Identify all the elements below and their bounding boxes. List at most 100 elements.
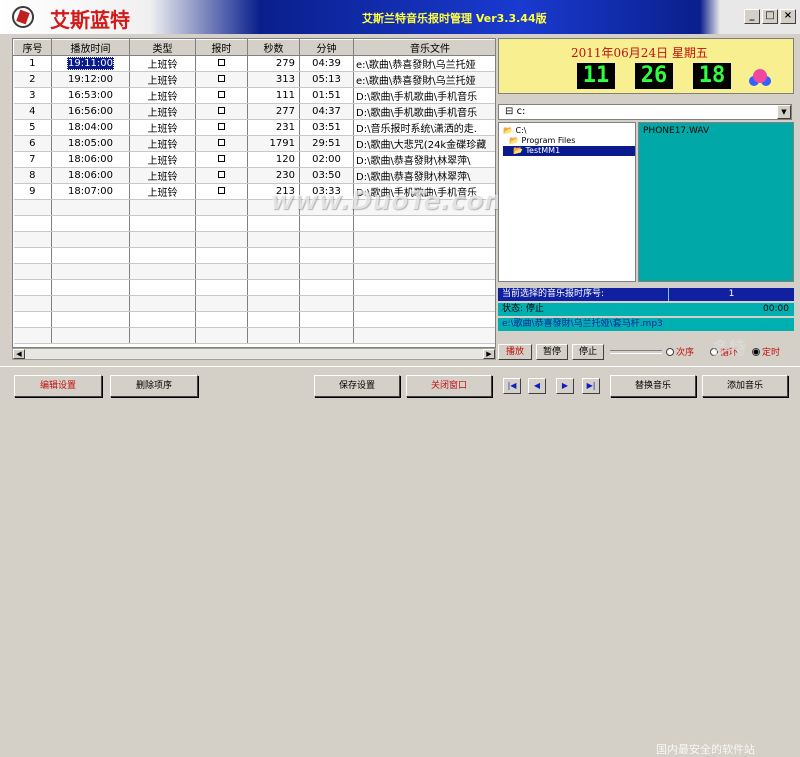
cell-type[interactable]: 上班铃 (129, 55, 196, 72)
cell-sec[interactable]: 313 (247, 71, 300, 88)
cell-file[interactable]: D:\歌曲\手机歌曲\手机音乐 (353, 103, 495, 120)
column-header[interactable]: 类型 (129, 39, 196, 56)
column-header[interactable]: 分钟 (299, 39, 354, 56)
checkbox-icon[interactable] (218, 91, 225, 98)
order-radio[interactable]: 次序 (666, 345, 694, 358)
cell-no[interactable]: 1 (13, 55, 52, 72)
cell-time[interactable]: 19:12:00 (51, 71, 130, 88)
cell-type[interactable]: 上班铃 (129, 167, 196, 184)
report-checkbox[interactable] (195, 183, 248, 200)
scroll-left-icon[interactable]: ◀ (13, 349, 25, 359)
checkbox-icon[interactable] (218, 59, 225, 66)
column-header[interactable]: 秒数 (247, 39, 300, 56)
cell-no[interactable]: 5 (13, 119, 52, 136)
checkbox-icon[interactable] (218, 187, 225, 194)
report-checkbox[interactable] (195, 103, 248, 120)
cell-time[interactable]: 18:06:00 (51, 151, 130, 168)
table-row[interactable] (13, 311, 495, 328)
volume-slider[interactable] (610, 350, 662, 354)
column-header[interactable]: 音乐文件 (353, 39, 495, 56)
directory-list[interactable]: 📂 C:\ 📂 Program Files 📂 TestMM1 (498, 122, 636, 282)
checkbox-icon[interactable] (218, 171, 225, 178)
column-header[interactable]: 序号 (13, 39, 52, 56)
cell-min[interactable]: 04:37 (299, 103, 354, 120)
report-checkbox[interactable] (195, 167, 248, 184)
next-icon[interactable]: ▶ (556, 378, 574, 394)
report-checkbox[interactable] (195, 71, 248, 88)
cell-time[interactable]: 18:05:00 (51, 135, 130, 152)
table-row[interactable]: 4 16:56:00 上班铃 277 04:37 D:\歌曲\手机歌曲\手机音乐 (13, 103, 495, 120)
horizontal-scrollbar[interactable]: ◀ ▶ (12, 348, 496, 360)
cell-sec[interactable]: 231 (247, 119, 300, 136)
cell-no[interactable]: 8 (13, 167, 52, 184)
minimize-button[interactable]: _ (744, 9, 760, 24)
dir-item[interactable]: 📂 Program Files (503, 136, 635, 146)
cell-no[interactable]: 4 (13, 103, 52, 120)
edit-settings-button[interactable]: 编辑设置 (14, 375, 102, 397)
cell-time[interactable]: 18:06:00 (51, 167, 130, 184)
cell-time[interactable]: 19:11:00 (51, 55, 130, 72)
cell-sec[interactable]: 120 (247, 151, 300, 168)
table-row[interactable]: 2 19:12:00 上班铃 313 05:13 e:\歌曲\恭喜發財\乌兰托娅 (13, 71, 495, 88)
report-checkbox[interactable] (195, 151, 248, 168)
table-row[interactable] (13, 231, 495, 248)
save-settings-button[interactable]: 保存设置 (314, 375, 400, 397)
dir-item[interactable]: 📂 C:\ (503, 126, 635, 136)
cell-time[interactable]: 18:07:00 (51, 183, 130, 200)
report-checkbox[interactable] (195, 119, 248, 136)
cell-type[interactable]: 上班铃 (129, 87, 196, 104)
column-header[interactable]: 播放时间 (51, 39, 130, 56)
table-row[interactable]: 5 18:04:00 上班铃 231 03:51 D:\音乐报时系统\潇洒的走. (13, 119, 495, 136)
table-row[interactable] (13, 215, 495, 232)
column-header[interactable]: 报时 (195, 39, 248, 56)
cell-no[interactable]: 6 (13, 135, 52, 152)
cell-type[interactable]: 上班铃 (129, 103, 196, 120)
close-window-button[interactable]: 关闭窗口 (406, 375, 492, 397)
file-item[interactable]: PHONE17.WAV (643, 126, 789, 136)
cell-type[interactable]: 上班铃 (129, 119, 196, 136)
cell-time[interactable]: 18:04:00 (51, 119, 130, 136)
timed-radio[interactable]: 定时 (752, 345, 780, 358)
table-row[interactable] (13, 279, 495, 296)
pause-button[interactable]: 暂停 (536, 344, 568, 360)
play-button[interactable]: 播放 (498, 344, 532, 360)
cell-type[interactable]: 上班铃 (129, 151, 196, 168)
cell-time[interactable]: 16:53:00 (51, 87, 130, 104)
report-checkbox[interactable] (195, 87, 248, 104)
checkbox-icon[interactable] (218, 155, 225, 162)
cell-no[interactable]: 2 (13, 71, 52, 88)
add-music-button[interactable]: 添加音乐 (702, 375, 788, 397)
cell-sec[interactable]: 1791 (247, 135, 300, 152)
report-checkbox[interactable] (195, 55, 248, 72)
cell-sec[interactable]: 230 (247, 167, 300, 184)
cell-min[interactable]: 02:00 (299, 151, 354, 168)
maximize-button[interactable]: □ (762, 9, 778, 24)
cell-type[interactable]: 上班铃 (129, 183, 196, 200)
cell-type[interactable]: 上班铃 (129, 71, 196, 88)
last-icon[interactable]: ▶| (582, 378, 600, 394)
checkbox-icon[interactable] (218, 123, 225, 130)
cell-file[interactable]: D:\歌曲\大悲咒(24k金碟珍藏 (353, 135, 495, 152)
table-row[interactable]: 7 18:06:00 上班铃 120 02:00 D:\歌曲\恭喜發財\林翠萍\ (13, 151, 495, 168)
cell-min[interactable]: 03:50 (299, 167, 354, 184)
cell-file[interactable]: D:\音乐报时系统\潇洒的走. (353, 119, 495, 136)
prev-icon[interactable]: ◀ (528, 378, 546, 394)
close-button[interactable]: × (780, 9, 796, 24)
checkbox-icon[interactable] (218, 75, 225, 82)
cell-min[interactable]: 03:51 (299, 119, 354, 136)
delete-item-button[interactable]: 删除项序 (110, 375, 198, 397)
cell-type[interactable]: 上班铃 (129, 135, 196, 152)
checkbox-icon[interactable] (218, 139, 225, 146)
stop-button[interactable]: 停止 (572, 344, 604, 360)
scroll-right-icon[interactable]: ▶ (483, 349, 495, 359)
table-row[interactable]: 3 16:53:00 上班铃 111 01:51 D:\歌曲\手机歌曲\手机音乐 (13, 87, 495, 104)
table-row[interactable]: 8 18:06:00 上班铃 230 03:50 D:\歌曲\恭喜發財\林翠萍\ (13, 167, 495, 184)
table-row[interactable] (13, 247, 495, 264)
cell-min[interactable]: 04:39 (299, 55, 354, 72)
replace-music-button[interactable]: 替换音乐 (610, 375, 696, 397)
cell-file[interactable]: e:\歌曲\恭喜發財\乌兰托娅 (353, 71, 495, 88)
cell-file[interactable]: D:\歌曲\手机歌曲\手机音乐 (353, 87, 495, 104)
table-row[interactable] (13, 295, 495, 312)
cell-no[interactable]: 3 (13, 87, 52, 104)
table-row[interactable] (13, 327, 495, 344)
